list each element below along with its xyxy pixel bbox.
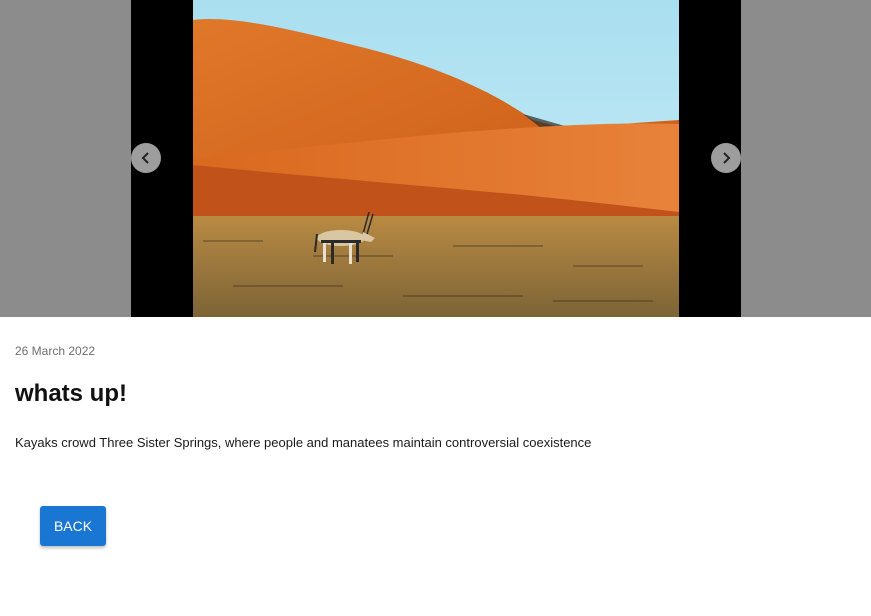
back-button[interactable]: BACK <box>40 506 106 546</box>
chevron-right-icon <box>723 152 731 164</box>
post-date: 26 March 2022 <box>15 344 96 358</box>
chevron-left-icon <box>141 152 149 164</box>
carousel-frame <box>131 0 741 317</box>
image-carousel <box>0 0 871 317</box>
post-description: Kayaks crowd Three Sister Springs, where… <box>15 435 592 450</box>
carousel-next-button[interactable] <box>711 143 741 173</box>
carousel-prev-button[interactable] <box>131 143 161 173</box>
post-title: whats up! <box>15 380 127 407</box>
carousel-image <box>193 0 679 317</box>
